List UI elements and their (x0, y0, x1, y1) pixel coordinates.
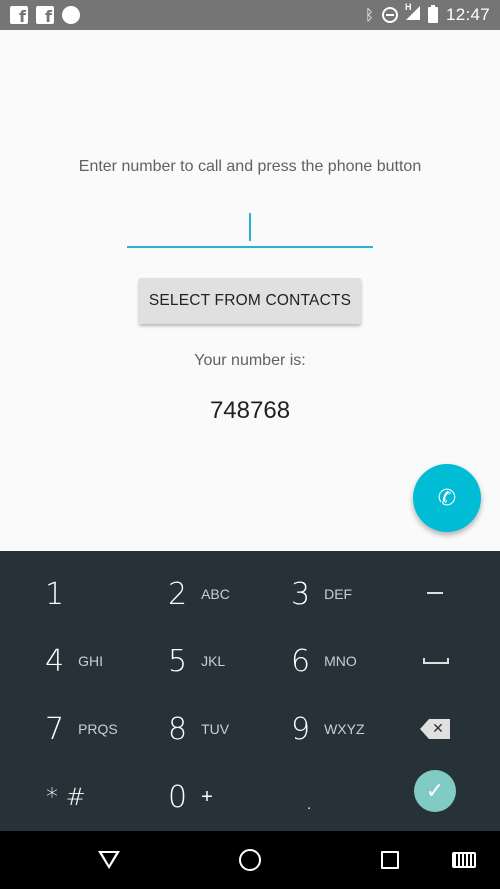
key-2[interactable]: 2 ABC (168, 565, 278, 623)
key-letters: TUV (201, 721, 230, 737)
key-letters: MNO (324, 653, 357, 669)
key-digit: 4 (45, 643, 65, 679)
text-cursor (249, 213, 251, 241)
key-3[interactable]: 3 DEF (291, 565, 401, 623)
facebook-icon (36, 6, 54, 26)
key-letters: ABC (201, 586, 230, 602)
key-letters: JKL (201, 653, 226, 669)
space-icon[interactable] (423, 658, 449, 664)
key-0[interactable]: 0 + (168, 768, 278, 826)
key-letters: + (201, 785, 213, 808)
key-digit: 0 (168, 779, 188, 815)
key-letters: GHI (78, 653, 103, 669)
clock: 12:47 (445, 5, 490, 24)
bluetooth-icon: ᛒ (364, 6, 374, 24)
phone-icon: ✆ (437, 485, 457, 511)
key-digit: 3 (291, 576, 311, 612)
key-digit: 9 (291, 711, 311, 747)
recents-icon[interactable] (381, 851, 399, 869)
network-type-label: H (404, 1, 412, 12)
done-icon[interactable]: ✓ (414, 770, 456, 812)
battery-icon (427, 5, 438, 23)
key-letters: WXYZ (324, 721, 365, 737)
key-5[interactable]: 5 JKL (168, 632, 278, 690)
key-letters: PRQS (78, 721, 118, 737)
do-not-disturb-icon (381, 7, 398, 23)
key-digit: 7 (45, 711, 65, 747)
navigation-bar (0, 831, 500, 889)
key-7[interactable]: 7 PRQS (45, 700, 155, 758)
back-icon[interactable] (98, 851, 120, 869)
key-dot[interactable]: . (305, 772, 415, 830)
key-digit: . (305, 786, 314, 816)
key-star-hash[interactable]: * # (46, 768, 156, 826)
key-letters: DEF (324, 586, 353, 602)
key-digit: 6 (291, 643, 311, 679)
key-4[interactable]: 4 GHI (45, 632, 155, 690)
key-9[interactable]: 9 WXYZ (291, 700, 401, 758)
instruction-text: Enter number to call and press the phone… (78, 158, 422, 175)
call-fab-button[interactable]: ✆ (413, 464, 481, 532)
key-digit: * # (46, 783, 86, 811)
key-6[interactable]: 6 MNO (291, 632, 401, 690)
key-digit: 1 (45, 576, 65, 612)
notification-icons (10, 6, 80, 26)
key-8[interactable]: 8 TUV (168, 700, 278, 758)
your-number-label: Your number is: (194, 352, 306, 369)
keyboard-icon[interactable] (452, 852, 476, 868)
chat-icon (62, 6, 80, 24)
key-digit: 5 (168, 643, 188, 679)
key-1[interactable]: 1 (45, 565, 155, 623)
dash-icon[interactable] (427, 592, 443, 594)
home-icon[interactable] (239, 849, 261, 871)
signal-group: H (405, 2, 420, 25)
select-from-contacts-button[interactable]: SELECT FROM CONTACTS (139, 278, 361, 324)
key-digit: 2 (168, 576, 188, 612)
status-bar: ᛒ H 12:47 (0, 0, 500, 30)
key-digit: 8 (168, 711, 188, 747)
system-icons: ᛒ H 12:47 (364, 2, 490, 25)
your-number-value: 748768 (209, 397, 291, 424)
facebook-icon (10, 6, 28, 26)
